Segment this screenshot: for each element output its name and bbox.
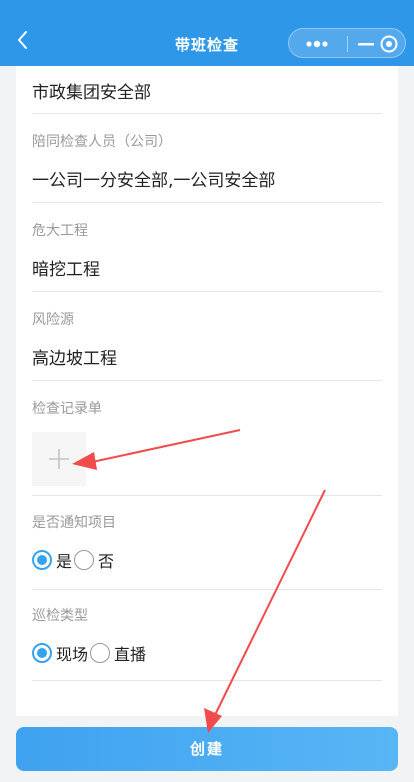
divider (32, 202, 382, 203)
notify-radio-group: 是否 (32, 548, 382, 572)
radio-no[interactable] (74, 550, 95, 570)
divider (32, 113, 382, 114)
accompany-value[interactable]: 一公司一分安全部,一公司安全部 (32, 166, 382, 191)
radio-live-label: 直播 (114, 645, 147, 664)
mini-program-capsule (288, 28, 406, 58)
divider (32, 680, 382, 681)
inspection-type-radio-group: 现场 直播 (32, 641, 382, 665)
project-label: 危大工程 (32, 223, 88, 239)
radio-onsite[interactable] (32, 643, 52, 663)
form-card: 市政集团安全部 陪同检查人员（公司） 一公司一分安全部,一公司安全部 危大工程 … (16, 66, 398, 716)
capsule-divider (347, 36, 348, 52)
record-label: 检查记录单 (32, 401, 102, 417)
radio-no-label: 否 (98, 552, 115, 571)
risk-label: 风险源 (32, 312, 74, 328)
plus-icon (49, 449, 69, 469)
divider (32, 380, 382, 381)
radio-live[interactable] (90, 643, 111, 663)
more-icon[interactable] (299, 38, 335, 50)
minimize-icon[interactable] (355, 38, 377, 50)
radio-yes[interactable] (32, 550, 52, 570)
radio-onsite-label: 现场 (56, 645, 89, 664)
create-button[interactable]: 创建 (16, 727, 398, 771)
notify-label: 是否通知项目 (32, 515, 116, 531)
upload-button[interactable] (32, 432, 86, 486)
risk-value[interactable]: 高边坡工程 (32, 344, 382, 369)
inspection-type-label: 巡检类型 (32, 608, 88, 624)
radio-yes-label: 是 (56, 552, 73, 571)
divider (32, 495, 382, 496)
close-target-icon[interactable] (379, 34, 399, 54)
org-value: 市政集团安全部 (32, 83, 151, 103)
divider (32, 589, 382, 590)
accompany-label: 陪同检查人员（公司） (32, 134, 172, 150)
divider (32, 291, 382, 292)
project-value[interactable]: 暗挖工程 (32, 255, 382, 280)
top-nav-bar: 带班检查 (0, 0, 414, 66)
